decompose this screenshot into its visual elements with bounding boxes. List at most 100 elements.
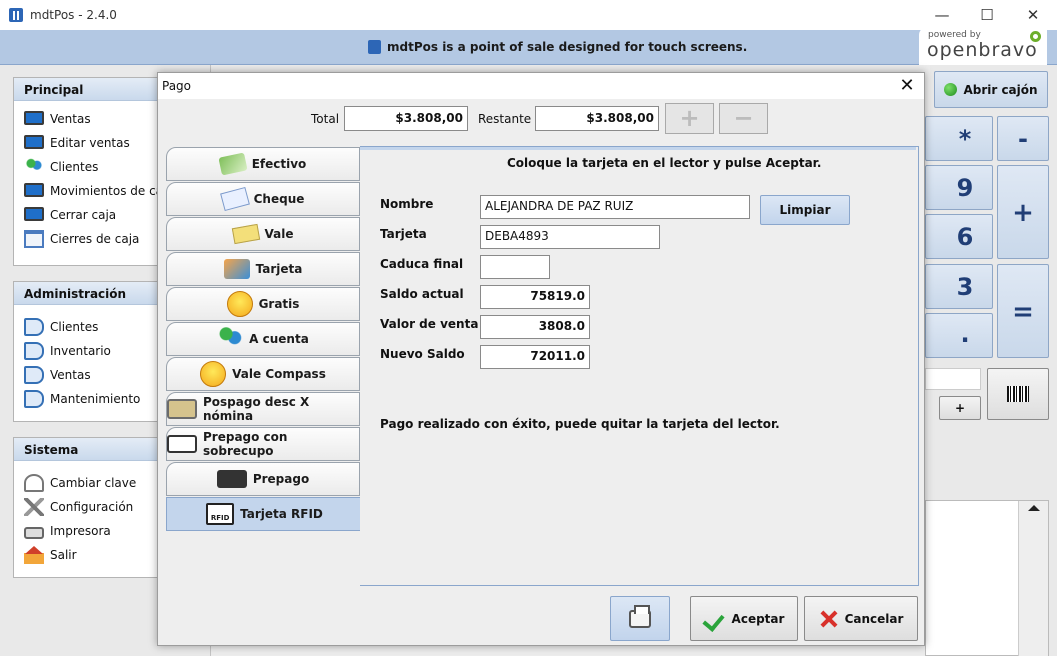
menu-item-inventario[interactable]: Inventario bbox=[14, 339, 162, 363]
tab-label: Tarjeta bbox=[255, 262, 303, 276]
scroll-up-icon[interactable] bbox=[1027, 505, 1040, 511]
menu-item-label: Salir bbox=[50, 548, 77, 562]
menu-item-label: Cambiar clave bbox=[50, 476, 137, 490]
balance-field: 75819.0 bbox=[480, 285, 590, 309]
menu-item-movimientos-de-caja[interactable]: Movimientos de caja bbox=[14, 179, 162, 203]
instruction-text: Coloque la tarjeta en el lector y pulse … bbox=[507, 156, 822, 170]
monitor-icon bbox=[24, 183, 44, 197]
menu-item-cerrar-caja[interactable]: Cerrar caja bbox=[14, 203, 162, 227]
tab-label: Vale bbox=[264, 227, 294, 241]
tab-vale-compass[interactable]: Vale Compass bbox=[166, 357, 360, 391]
small-plus-button[interactable]: + bbox=[939, 396, 981, 420]
tab-label: Cheque bbox=[253, 192, 305, 206]
menu-item-label: Cerrar caja bbox=[50, 208, 117, 222]
tab-a-cuenta[interactable]: A cuenta bbox=[166, 322, 360, 356]
key-minus[interactable]: - bbox=[997, 116, 1049, 161]
total-label: Total bbox=[311, 112, 340, 126]
calendar-icon bbox=[24, 230, 44, 248]
people-icon bbox=[217, 326, 244, 352]
chip-card-icon bbox=[216, 470, 247, 488]
tab-vale[interactable]: Vale bbox=[166, 217, 360, 251]
add-payment-button[interactable]: + bbox=[665, 103, 714, 134]
menu-item-editar-ventas[interactable]: Editar ventas bbox=[14, 131, 162, 155]
rfid-card-icon: RFID bbox=[206, 503, 235, 525]
tab-prepago[interactable]: Prepago bbox=[166, 462, 360, 496]
scrollbar[interactable] bbox=[1018, 501, 1048, 656]
expiry-label: Caduca final bbox=[380, 257, 464, 271]
clear-button[interactable]: Limpiar bbox=[760, 195, 850, 225]
menu-item-cierres-de-caja[interactable]: Cierres de caja bbox=[14, 227, 162, 251]
menu-item-clientes[interactable]: Clientes bbox=[14, 155, 162, 179]
tab-pospago-nomina[interactable]: Pospago desc X nómina bbox=[166, 392, 360, 426]
smiley-icon bbox=[226, 291, 253, 317]
mdtpos-logo-icon bbox=[368, 40, 381, 54]
cancel-x-icon bbox=[819, 609, 839, 629]
menu-item-configuracion[interactable]: Configuración bbox=[14, 495, 162, 519]
cancel-label: Cancelar bbox=[844, 611, 904, 626]
dialog-title: Pago bbox=[162, 79, 192, 93]
list-panel bbox=[925, 500, 1049, 656]
tab-label: Pospago desc X nómina bbox=[203, 395, 310, 423]
print-button[interactable] bbox=[610, 596, 670, 641]
book-icon bbox=[24, 366, 44, 384]
rfid-content-panel: Coloque la tarjeta en el lector y pulse … bbox=[360, 146, 919, 586]
tab-label: Gratis bbox=[258, 297, 300, 311]
key-nine[interactable]: 9 bbox=[925, 165, 993, 210]
minimize-button[interactable]: — bbox=[919, 0, 965, 30]
key-six[interactable]: 6 bbox=[925, 214, 993, 259]
smiley-icon bbox=[200, 361, 227, 387]
remove-payment-button[interactable]: − bbox=[719, 103, 768, 134]
key-equals[interactable]: = bbox=[997, 264, 1049, 358]
name-field[interactable]: ALEJANDRA DE PAZ RUIZ bbox=[480, 195, 750, 219]
new-balance-label: Nuevo Saldo bbox=[380, 347, 465, 361]
menu-item-admin-ventas[interactable]: Ventas bbox=[14, 363, 162, 387]
key-plus[interactable]: + bbox=[997, 165, 1049, 259]
tab-label: Prepago con sobrecupo bbox=[203, 430, 288, 458]
accept-button[interactable]: Aceptar bbox=[690, 596, 798, 641]
menu-item-salir[interactable]: Salir bbox=[14, 543, 162, 567]
total-field: $3.808,00 bbox=[344, 106, 468, 131]
top-banner: mdtPos is a point of sale designed for t… bbox=[0, 30, 1057, 65]
key-three[interactable]: 3 bbox=[925, 264, 993, 309]
menu-item-mantenimiento[interactable]: Mantenimiento bbox=[14, 387, 162, 411]
principal-panel: Principal Ventas Editar ventas Clientes … bbox=[13, 77, 163, 266]
maximize-button[interactable]: ☐ bbox=[964, 0, 1010, 30]
open-drawer-label: Abrir cajón bbox=[963, 82, 1038, 97]
tab-efectivo[interactable]: Efectivo bbox=[166, 147, 360, 181]
menu-item-label: Impresora bbox=[50, 524, 111, 538]
expiry-field[interactable] bbox=[480, 255, 550, 279]
open-drawer-button[interactable]: Abrir cajón bbox=[934, 71, 1048, 108]
card-field[interactable]: DEBA4893 bbox=[480, 225, 660, 249]
window-titlebar: mdtPos - 2.4.0 — ☐ ✕ bbox=[0, 0, 1057, 30]
key-dot[interactable]: . bbox=[925, 313, 993, 358]
card-icon bbox=[223, 259, 250, 279]
key-multiply[interactable]: * bbox=[925, 116, 993, 161]
tab-label: A cuenta bbox=[249, 332, 309, 346]
menu-item-label: Clientes bbox=[50, 160, 99, 174]
tab-prepago-sobrecupo[interactable]: Prepago con sobrecupo bbox=[166, 427, 360, 461]
dialog-close-button[interactable]: ✕ bbox=[896, 75, 918, 96]
barcode-button[interactable] bbox=[987, 368, 1049, 420]
remaining-label: Restante bbox=[478, 112, 532, 126]
tab-tarjeta[interactable]: Tarjeta bbox=[166, 252, 360, 286]
cancel-button[interactable]: Cancelar bbox=[804, 596, 918, 641]
new-balance-field: 72011.0 bbox=[480, 345, 590, 369]
close-window-button[interactable]: ✕ bbox=[1010, 0, 1056, 30]
banner-text: mdtPos is a point of sale designed for t… bbox=[387, 40, 748, 54]
menu-item-admin-clientes[interactable]: Clientes bbox=[14, 315, 162, 339]
payment-dialog: Pago ✕ Total $3.808,00 Restante $3.808,0… bbox=[157, 72, 925, 646]
menu-item-label: Editar ventas bbox=[50, 136, 130, 150]
prepago-card-icon bbox=[167, 435, 197, 453]
menu-item-cambiar-clave[interactable]: Cambiar clave bbox=[14, 471, 162, 495]
tab-cheque[interactable]: Cheque bbox=[166, 182, 360, 216]
tab-gratis[interactable]: Gratis bbox=[166, 287, 360, 321]
menu-item-impresora[interactable]: Impresora bbox=[14, 519, 162, 543]
menu-item-label: Inventario bbox=[50, 344, 111, 358]
tab-tarjeta-rfid[interactable]: RFID Tarjeta RFID bbox=[166, 497, 362, 531]
menu-item-label: Mantenimiento bbox=[50, 392, 141, 406]
accept-label: Aceptar bbox=[731, 611, 785, 626]
quantity-field[interactable] bbox=[925, 368, 981, 390]
app-logo-icon bbox=[9, 8, 23, 22]
menu-item-ventas[interactable]: Ventas bbox=[14, 107, 162, 131]
menu-item-label: Cierres de caja bbox=[50, 232, 140, 246]
